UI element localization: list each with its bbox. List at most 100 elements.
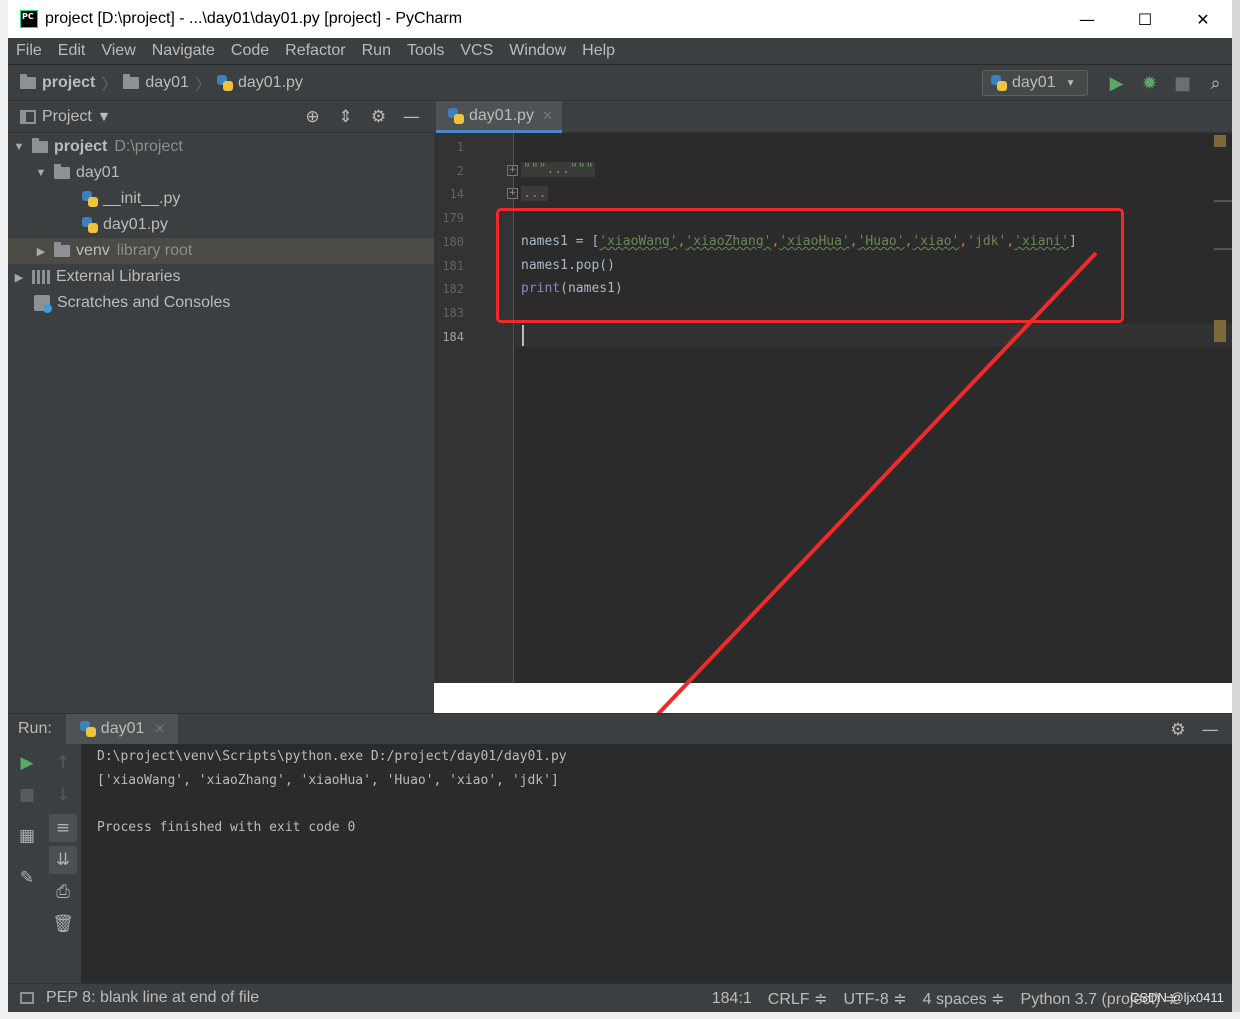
run-configuration-label: day01 (1012, 74, 1056, 91)
tree-item-scratches[interactable]: Scratches and Consoles (8, 290, 434, 316)
line-number: 179 (442, 211, 464, 225)
tree-item-project[interactable]: ▼ project D:\project (8, 134, 434, 160)
tree-item-label: venv (76, 242, 110, 259)
text-caret (522, 325, 524, 346)
tree-item-label: day01 (76, 164, 120, 181)
menu-file[interactable]: File (16, 42, 42, 60)
tab-day01-py[interactable]: day01.py ✕ (436, 101, 562, 133)
menu-edit[interactable]: Edit (58, 42, 86, 60)
desktop-background-strip (1232, 0, 1240, 1019)
hide-panel-icon[interactable]: — (395, 107, 428, 127)
trash-icon[interactable]: 🗑 (49, 910, 77, 938)
menu-vcs[interactable]: VCS (460, 42, 493, 60)
code-line-2: """...""" (521, 162, 596, 177)
breadcrumb-folder[interactable]: day01 (145, 74, 189, 92)
down-arrow-icon[interactable]: ↓ (49, 781, 77, 809)
close-button[interactable]: ✕ (1174, 0, 1232, 38)
project-panel-title[interactable]: Project (42, 108, 92, 126)
encoding-select[interactable]: UTF-8 ≑ (843, 989, 906, 1009)
close-icon[interactable]: ✕ (154, 721, 165, 737)
scroll-to-end-icon[interactable]: ⇊ (49, 846, 77, 874)
scroll-marker[interactable] (1214, 200, 1232, 202)
gear-icon[interactable]: ⚙ (1162, 720, 1194, 740)
tree-item-external-libraries[interactable]: ▶ External Libraries (8, 264, 434, 290)
maximize-button[interactable]: ☐ (1116, 0, 1174, 38)
hide-panel-icon[interactable]: — (1194, 720, 1226, 740)
package-folder-icon (54, 164, 70, 179)
folded-imports[interactable]: ... (521, 186, 549, 201)
menu-bar: File Edit View Navigate Code Refactor Ru… (8, 38, 1232, 65)
console-command-line: D:\project\venv\Scripts\python.exe D:/pr… (97, 749, 567, 764)
navigation-bar: project 〉 day01 〉 day01.py day01 ▼ ▶ ✹ ■… (8, 65, 1232, 101)
tree-item-label: __init__.py (103, 190, 181, 207)
breadcrumb-file[interactable]: day01.py (238, 74, 303, 92)
stop-icon[interactable]: ■ (13, 781, 41, 809)
tree-item-venv[interactable]: ▶ venv library root (8, 238, 434, 264)
code-line-14: ... (521, 186, 549, 201)
menu-help[interactable]: Help (582, 42, 615, 60)
search-icon[interactable]: ⌕ (1199, 73, 1232, 94)
run-icon[interactable]: ▶ (1100, 73, 1133, 94)
close-icon[interactable]: ✕ (542, 108, 553, 124)
tree-item-day01[interactable]: ▼ day01 (8, 160, 434, 186)
collapsed-arrow-icon[interactable]: ▶ (12, 271, 26, 284)
project-tree: ▼ project D:\project ▼ day01 __init__.py… (8, 133, 434, 713)
debug-bug-icon[interactable]: ✹ (1133, 73, 1166, 94)
up-arrow-icon[interactable]: ↑ (49, 749, 77, 777)
chevron-down-icon: ▼ (1065, 77, 1076, 89)
line-number: 14 (449, 187, 464, 201)
minimize-button[interactable]: — (1058, 0, 1116, 38)
folder-icon (32, 138, 48, 153)
tree-item-day01-py[interactable]: day01.py (8, 212, 434, 238)
line-separator-select[interactable]: CRLF ≑ (768, 989, 828, 1009)
run-configuration-select[interactable]: day01 ▼ (982, 70, 1088, 96)
tree-item-init-file[interactable]: __init__.py (8, 186, 434, 212)
stop-icon[interactable]: ■ (1166, 73, 1199, 94)
tree-item-label: project (54, 138, 108, 155)
pin-tab-icon[interactable]: ✎ (13, 864, 41, 892)
breadcrumb-project[interactable]: project (42, 74, 95, 92)
window-title: project [D:\project] - ...\day01\day01.p… (45, 10, 463, 27)
collapse-all-icon[interactable]: ⇕ (329, 107, 362, 127)
run-tab-day01[interactable]: day01 ✕ (65, 713, 178, 745)
menu-view[interactable]: View (101, 42, 135, 60)
indent-select[interactable]: 4 spaces ≑ (923, 989, 1005, 1009)
breadcrumb-separator: 〉 (101, 76, 118, 94)
fold-expand-icon[interactable]: + (507, 165, 518, 176)
folder-icon (123, 73, 140, 89)
status-message[interactable]: PEP 8: blank line at end of file (46, 989, 259, 1007)
rerun-icon[interactable]: ▶ (13, 749, 41, 777)
warning-stripe-marker[interactable] (1214, 320, 1226, 342)
run-panel-label: Run: (18, 720, 52, 737)
tool-windows-toggle-icon[interactable] (20, 992, 34, 1004)
expand-arrow-icon[interactable]: ▼ (12, 141, 26, 153)
menu-window[interactable]: Window (509, 42, 566, 60)
inspection-status-marker[interactable] (1214, 135, 1226, 147)
menu-tools[interactable]: Tools (407, 42, 444, 60)
folder-icon (54, 242, 70, 257)
caret-position[interactable]: 184:1 (712, 990, 752, 1008)
fold-expand-icon[interactable]: + (507, 188, 518, 199)
scroll-marker[interactable] (1214, 248, 1232, 250)
restore-layout-icon[interactable]: ▦ (13, 822, 41, 850)
menu-navigate[interactable]: Navigate (152, 42, 215, 60)
status-bar: PEP 8: blank line at end of file 184:1 C… (8, 983, 1232, 1012)
libraries-icon (32, 270, 50, 284)
menu-code[interactable]: Code (231, 42, 269, 60)
gear-icon[interactable]: ⚙ (362, 107, 395, 127)
project-panel-icon (20, 109, 36, 124)
run-console[interactable]: D:\project\venv\Scripts\python.exe D:/pr… (81, 744, 1232, 983)
editor-tab-bar: day01.py ✕ (434, 101, 1232, 133)
menu-refactor[interactable]: Refactor (285, 42, 345, 60)
expand-arrow-icon[interactable]: ▼ (34, 167, 48, 179)
collapsed-arrow-icon[interactable]: ▶ (34, 245, 48, 258)
menu-run[interactable]: Run (362, 42, 391, 60)
folded-docstring[interactable]: """...""" (521, 162, 596, 177)
print-icon[interactable]: ⎙ (49, 878, 77, 906)
line-number-current: 184 (442, 330, 464, 344)
tree-item-label: Scratches and Consoles (57, 294, 231, 311)
locate-target-icon[interactable]: ⊕ (296, 107, 329, 127)
line-number: 182 (442, 282, 464, 296)
soft-wrap-icon[interactable]: ≡ (49, 814, 77, 842)
chevron-down-icon[interactable]: ▼ (100, 110, 108, 123)
